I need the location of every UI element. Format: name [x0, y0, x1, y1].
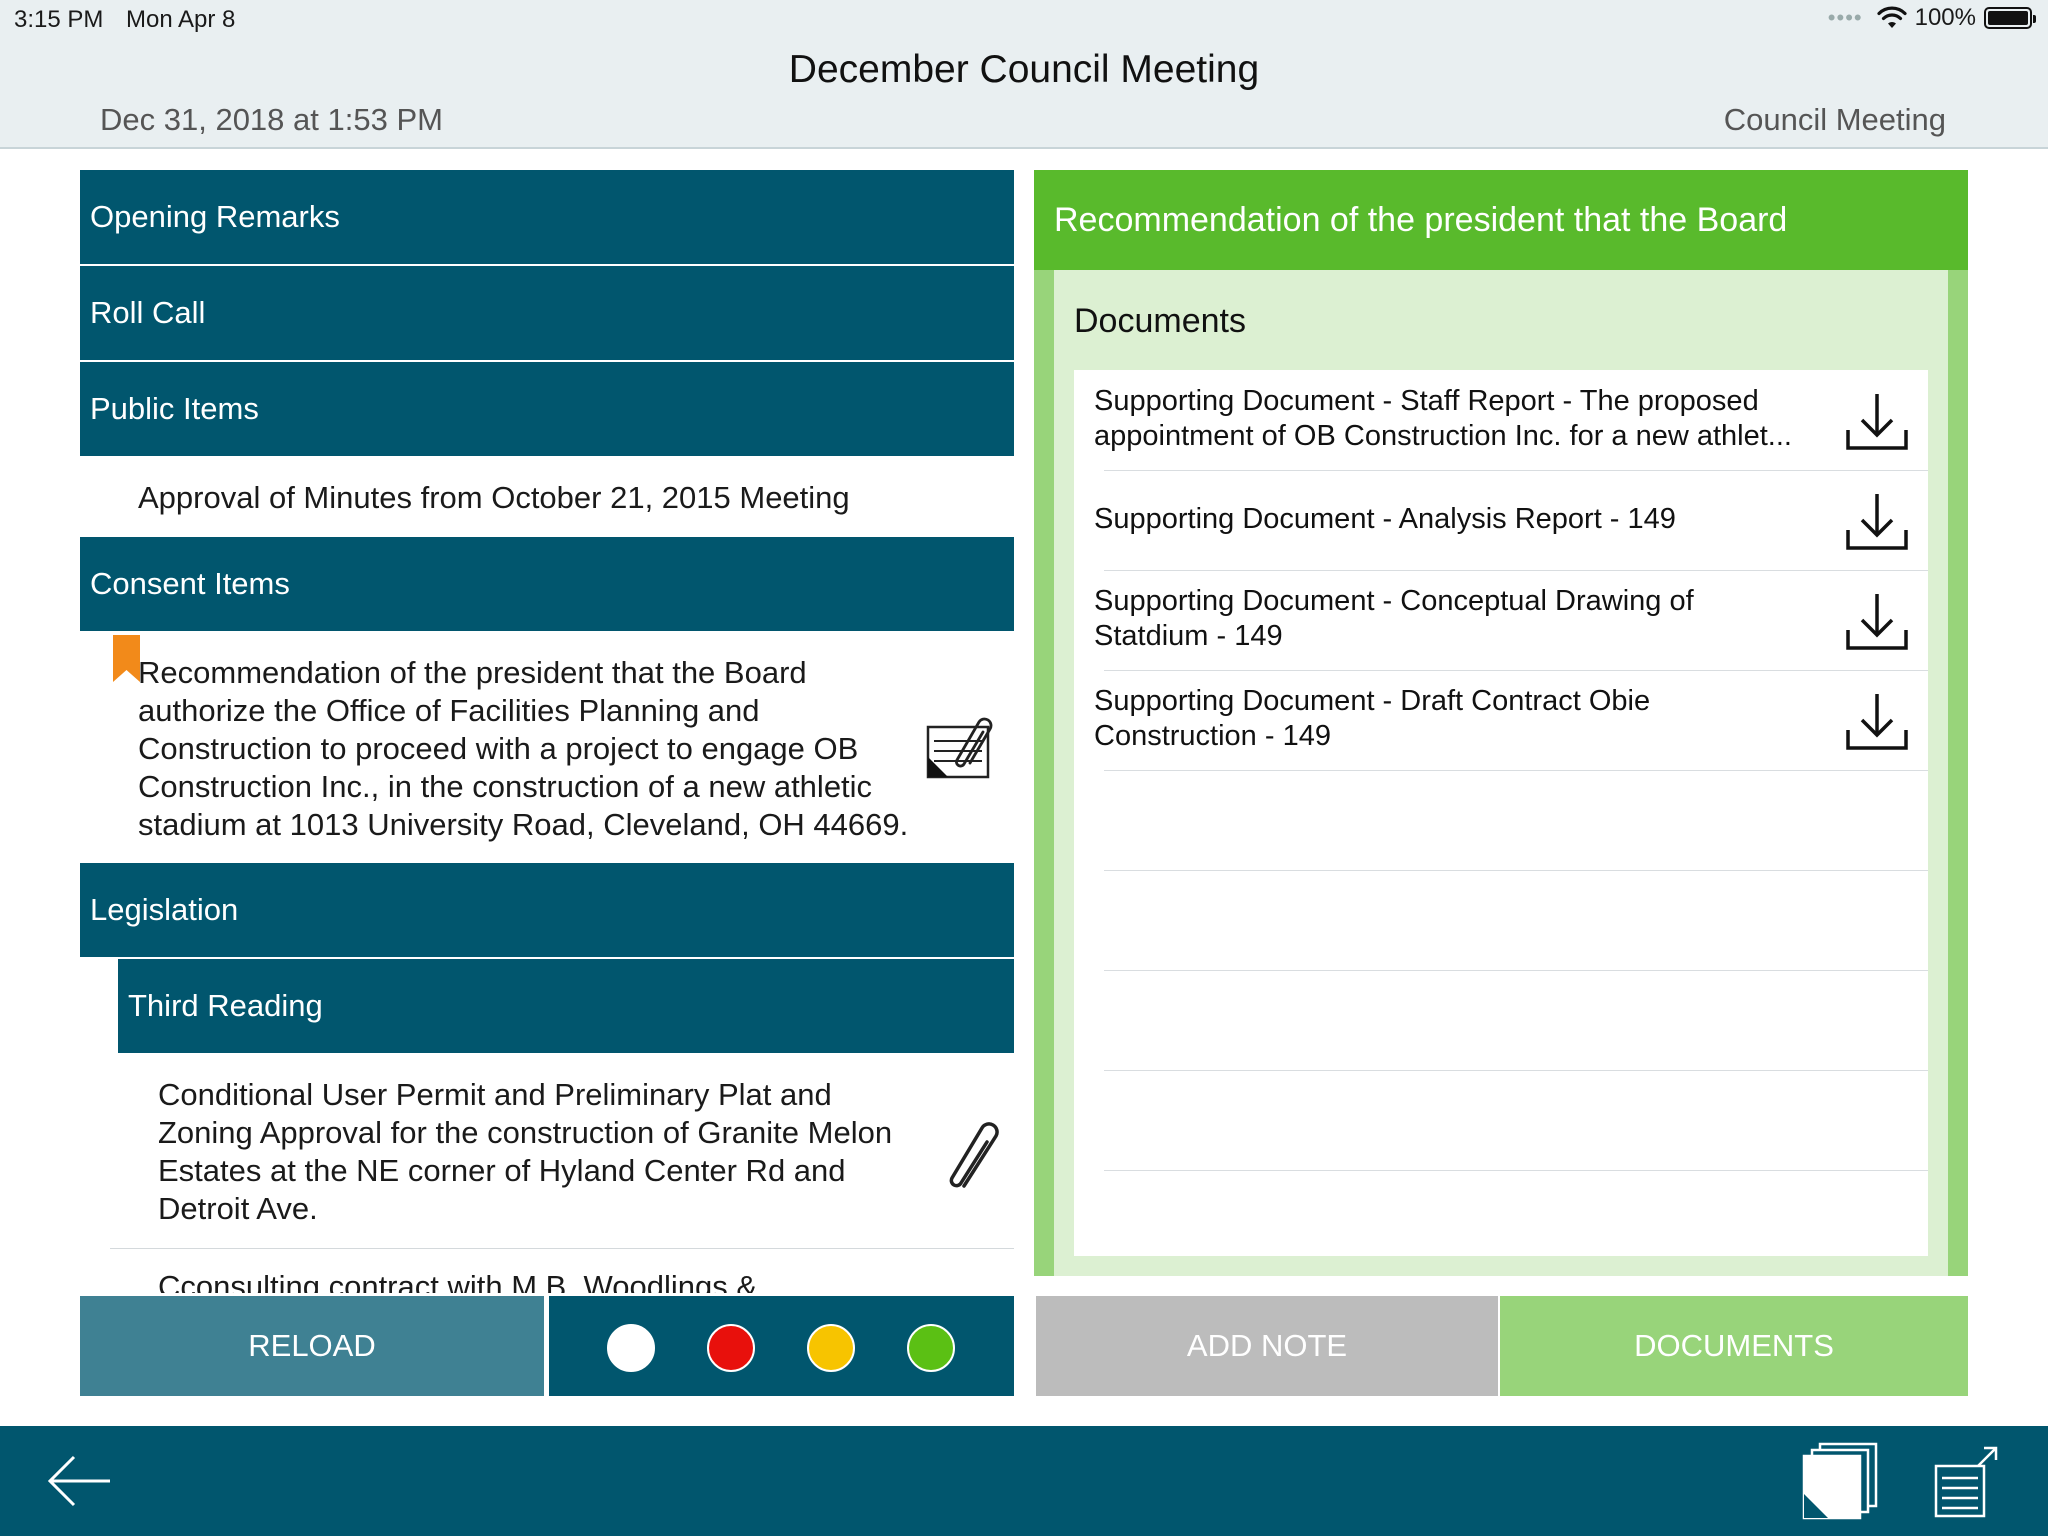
status-time: 3:15 PM [14, 6, 104, 33]
documents-button[interactable]: DOCUMENTS [1500, 1296, 1968, 1396]
bookmark-icon [113, 635, 140, 682]
note-attachment-icon[interactable] [926, 715, 998, 781]
document-row[interactable]: Supporting Document - Analysis Report - … [1074, 470, 1928, 570]
back-arrow-icon[interactable] [44, 1446, 114, 1516]
row-divider [1104, 970, 1928, 971]
document-title: Supporting Document - Conceptual Drawing… [1094, 585, 1694, 652]
battery-percent: 100% [1914, 4, 1976, 31]
header: 3:15 PM Mon Apr 8 •••• 100% December Cou… [0, 0, 2048, 149]
item-detail-panel: Recommendation of the president that the… [1034, 170, 1968, 1276]
signal-dots-icon: •••• [1827, 5, 1863, 30]
paperclip-icon[interactable] [942, 1120, 1012, 1194]
item-line: Estates at the NE corner of Hyland Cente… [158, 1153, 846, 1188]
item-line: Detroit Ave. [158, 1191, 318, 1226]
agenda-item-conditional-permit[interactable]: Conditional User Permit and Preliminary … [158, 1076, 938, 1228]
row-divider [1104, 870, 1928, 871]
page-title: December Council Meeting [788, 48, 1260, 91]
agenda-item-approval-minutes[interactable]: Approval of Minutes from October 21, 201… [138, 479, 850, 517]
battery-icon [1984, 7, 2036, 29]
meeting-type: Council Meeting [1723, 102, 1946, 137]
pages-stack-icon[interactable] [1796, 1440, 1880, 1524]
item-detail-title: Recommendation of the president that the… [1034, 170, 1968, 270]
color-red-button[interactable] [707, 1324, 755, 1372]
item-line: Conditional User Permit and Preliminary … [158, 1077, 832, 1112]
documents-list[interactable]: Supporting Document - Staff Report - The… [1074, 370, 1928, 1256]
document-row[interactable]: Supporting Document - Draft Contract Obi… [1074, 670, 1928, 770]
section-opening-remarks[interactable]: Opening Remarks [80, 170, 1014, 264]
row-divider [1104, 770, 1928, 771]
download-icon[interactable] [1844, 690, 1910, 752]
agenda-item-recommendation[interactable]: Recommendation of the president that the… [138, 654, 928, 844]
section-consent-items[interactable]: Consent Items [80, 537, 1014, 631]
item-line: Construction Inc., in the construction o… [138, 769, 873, 804]
item-line: Zoning Approval for the construction of … [158, 1115, 893, 1150]
wifi-icon [1877, 6, 1907, 28]
section-legislation[interactable]: Legislation [80, 863, 1014, 957]
row-divider [110, 1248, 1014, 1249]
subsection-third-reading[interactable]: Third Reading [118, 959, 1014, 1053]
document-row[interactable]: Supporting Document - Staff Report - The… [1074, 370, 1928, 470]
status-date: Mon Apr 8 [126, 6, 236, 33]
document-title: Supporting Document - Analysis Report - … [1094, 503, 1676, 535]
section-roll-call[interactable]: Roll Call [80, 266, 1014, 360]
document-title: Supporting Document - Draft Contract Obi… [1094, 685, 1651, 752]
download-icon[interactable] [1844, 490, 1910, 552]
add-note-button[interactable]: ADD NOTE [1036, 1296, 1498, 1396]
color-white-button[interactable] [607, 1324, 655, 1372]
agenda-item-consulting-contract[interactable]: Cconsulting contract with M.B. Woodlings… [158, 1268, 938, 1293]
color-green-button[interactable] [907, 1324, 955, 1372]
row-divider [1104, 1170, 1928, 1171]
agenda-list[interactable]: Opening Remarks Roll Call Public Items A… [80, 170, 1014, 1293]
status-indicators: •••• 100% [1827, 4, 2036, 32]
download-icon[interactable] [1844, 390, 1910, 452]
reload-button[interactable]: RELOAD [80, 1296, 544, 1396]
notes-export-icon[interactable] [1932, 1444, 2002, 1520]
document-row[interactable]: Supporting Document - Conceptual Drawing… [1074, 570, 1928, 670]
bottom-navigation-bar [0, 1426, 2048, 1536]
documents-heading: Documents [1074, 302, 1246, 340]
documents-section: Documents Supporting Document - Staff Re… [1054, 270, 1948, 1276]
row-divider [1104, 1070, 1928, 1071]
item-line: stadium at 1013 University Road, Clevela… [138, 807, 909, 842]
item-line: Construction to proceed with a project t… [138, 731, 859, 766]
item-line: authorize the Office of Facilities Plann… [138, 693, 760, 728]
color-yellow-button[interactable] [807, 1324, 855, 1372]
meeting-datetime: Dec 31, 2018 at 1:53 PM [100, 102, 443, 137]
item-line: Recommendation of the president that the… [138, 655, 807, 690]
download-icon[interactable] [1844, 590, 1910, 652]
section-public-items[interactable]: Public Items [80, 362, 1014, 456]
color-filter-bar [549, 1296, 1014, 1396]
document-title: Supporting Document - Staff Report - The… [1094, 385, 1792, 452]
